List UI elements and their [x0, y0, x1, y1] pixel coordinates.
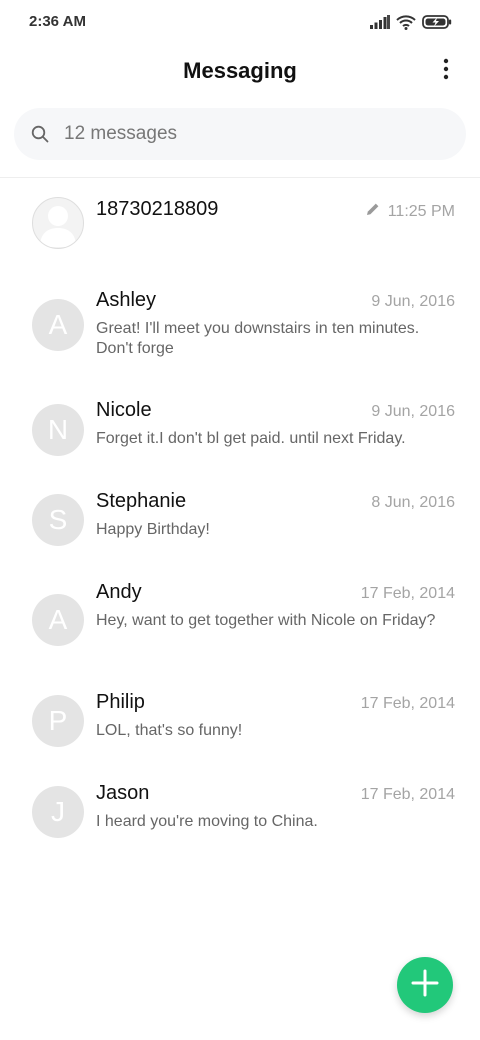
- contact-name: Jason: [96, 782, 150, 804]
- app-header: Messaging: [0, 44, 480, 100]
- conversation-item[interactable]: N Nicole 9 Jun, 2016 Forget it.I don't b…: [0, 383, 480, 474]
- battery-charging-icon: [422, 15, 452, 29]
- message-preview: Forget it.I don't bl get paid. until nex…: [96, 430, 406, 447]
- more-vertical-icon: [443, 58, 449, 85]
- avatar-initial: A: [48, 309, 68, 340]
- message-date: 9 Jun, 2016: [371, 293, 455, 311]
- avatar: S: [32, 494, 84, 546]
- new-message-button[interactable]: [397, 957, 453, 1013]
- avatar-initial: S: [48, 504, 68, 535]
- avatar: A: [32, 299, 84, 351]
- conversation-item[interactable]: A Ashley 9 Jun, 2016 Great! I'll meet yo…: [0, 273, 480, 383]
- search-icon: [30, 124, 50, 144]
- conversation-item[interactable]: 18730218809 11:25 PM: [0, 178, 480, 273]
- message-date: 9 Jun, 2016: [371, 403, 455, 421]
- draft-pencil-icon: [366, 202, 380, 221]
- search-bar[interactable]: [14, 108, 466, 160]
- message-date: 11:25 PM: [366, 202, 455, 221]
- conversation-item[interactable]: A Andy 17 Feb, 2014 Hey, want to get tog…: [0, 565, 480, 675]
- contact-placeholder-icon: [33, 198, 83, 248]
- message-preview: Great! I'll meet you downstairs in ten m…: [96, 320, 420, 357]
- avatar: N: [32, 404, 84, 456]
- message-date: 17 Feb, 2014: [361, 585, 455, 603]
- avatar: A: [32, 594, 84, 646]
- avatar: P: [32, 695, 84, 747]
- contact-name: 18730218809: [96, 198, 219, 220]
- message-date: 17 Feb, 2014: [361, 695, 455, 713]
- status-time: 2:36 AM: [29, 13, 86, 30]
- conversation-item[interactable]: J Jason 17 Feb, 2014 I heard you're movi…: [0, 766, 480, 857]
- avatar-initial: P: [48, 705, 68, 736]
- contact-name: Nicole: [96, 399, 152, 421]
- message-preview: I heard you're moving to China.: [96, 813, 318, 830]
- message-preview: Happy Birthday!: [96, 521, 210, 538]
- wifi-icon: [396, 14, 416, 30]
- message-date: 17 Feb, 2014: [361, 786, 455, 804]
- avatar: J: [32, 786, 84, 838]
- conversation-list: 18730218809 11:25 PM A Ashley 9 Jun, 201…: [0, 178, 480, 857]
- message-preview: Hey, want to get together with Nicole on…: [96, 612, 436, 629]
- status-icons: [370, 13, 452, 31]
- message-date-text: 17 Feb, 2014: [360, 695, 455, 712]
- plus-icon: [411, 969, 439, 1002]
- conversation-item[interactable]: S Stephanie 8 Jun, 2016 Happy Birthday!: [0, 474, 480, 565]
- conversation-item[interactable]: P Philip 17 Feb, 2014 LOL, that's so fun…: [0, 675, 480, 766]
- page-title: Messaging: [183, 58, 297, 83]
- message-date-text: 8 Jun, 2016: [371, 494, 455, 511]
- message-preview: LOL, that's so funny!: [96, 722, 243, 739]
- message-date-text: 17 Feb, 2014: [360, 786, 455, 803]
- message-date-text: 11:25 PM: [387, 202, 455, 220]
- contact-name: Stephanie: [96, 490, 187, 512]
- contact-name: Ashley: [96, 289, 157, 311]
- search-input[interactable]: [64, 123, 424, 145]
- message-date-text: 9 Jun, 2016: [371, 293, 455, 310]
- messaging-screen: 2:36 AM Messaging 12 messages 1873021880…: [0, 0, 480, 1040]
- avatar: [32, 197, 84, 249]
- avatar-initial: J: [51, 796, 65, 827]
- message-date: 8 Jun, 2016: [371, 494, 455, 512]
- status-bar: 2:36 AM: [0, 0, 480, 44]
- signal-icon: [370, 15, 390, 29]
- contact-name: Andy: [96, 581, 142, 603]
- contact-name: Philip: [96, 691, 145, 713]
- avatar-initial: A: [48, 604, 68, 635]
- more-options-button[interactable]: [434, 56, 458, 86]
- message-date-text: 9 Jun, 2016: [371, 403, 455, 420]
- message-date-text: 17 Feb, 2014: [360, 585, 455, 602]
- avatar-initial: N: [47, 414, 69, 445]
